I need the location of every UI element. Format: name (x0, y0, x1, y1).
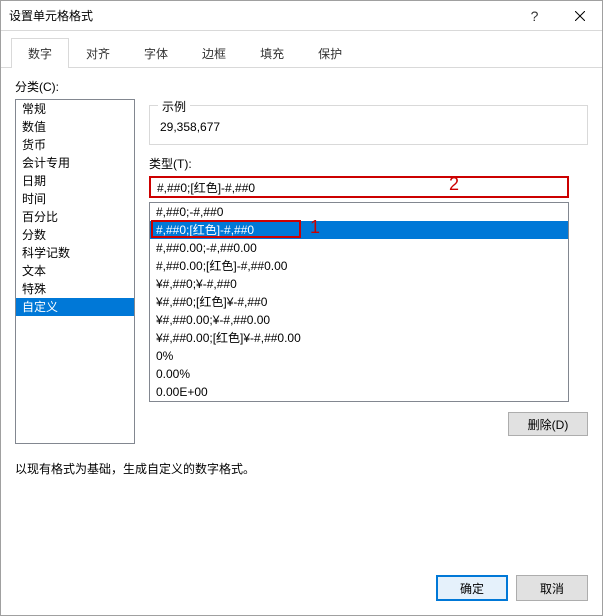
type-item[interactable]: #,##0;-#,##0 (150, 203, 568, 221)
type-list[interactable]: #,##0;-#,##0 #,##0;[红色]-#,##0 #,##0.00;-… (149, 202, 569, 402)
dialog-title: 设置单元格格式 (9, 7, 512, 24)
delete-button[interactable]: 删除(D) (508, 412, 588, 436)
category-item[interactable]: 文本 (16, 262, 134, 280)
example-value: 29,358,677 (160, 114, 577, 134)
type-item[interactable]: ##0.0E+0 (150, 401, 568, 402)
type-item[interactable]: #,##0;[红色]-#,##0 (150, 221, 568, 239)
example-box: 示例 29,358,677 (149, 105, 588, 145)
tab-number[interactable]: 数字 (11, 38, 69, 68)
ok-button[interactable]: 确定 (436, 575, 508, 601)
category-item[interactable]: 特殊 (16, 280, 134, 298)
category-label: 分类(C): (15, 78, 588, 95)
type-item[interactable]: #,##0.00;-#,##0.00 (150, 239, 568, 257)
category-item[interactable]: 会计专用 (16, 154, 134, 172)
category-item[interactable]: 分数 (16, 226, 134, 244)
tab-fill[interactable]: 填充 (243, 38, 301, 68)
content-area: 分类(C): 常规 数值 货币 会计专用 日期 时间 百分比 分数 科学记数 文… (1, 68, 602, 491)
category-item[interactable]: 自定义 (16, 298, 134, 316)
title-bar: 设置单元格格式 ? (1, 1, 602, 31)
category-item[interactable]: 百分比 (16, 208, 134, 226)
category-item[interactable]: 时间 (16, 190, 134, 208)
tab-font[interactable]: 字体 (127, 38, 185, 68)
type-item[interactable]: ¥#,##0;[红色]¥-#,##0 (150, 293, 568, 311)
dialog-footer: 确定 取消 (436, 575, 588, 601)
type-item[interactable]: 0% (150, 347, 568, 365)
type-input-wrap: 2 (149, 176, 588, 198)
hint-text: 以现有格式为基础，生成自定义的数字格式。 (15, 460, 588, 477)
annotation-2: 2 (449, 174, 459, 195)
type-item[interactable]: #,##0.00;[红色]-#,##0.00 (150, 257, 568, 275)
main-row: 常规 数值 货币 会计专用 日期 时间 百分比 分数 科学记数 文本 特殊 自定… (15, 99, 588, 444)
category-list[interactable]: 常规 数值 货币 会计专用 日期 时间 百分比 分数 科学记数 文本 特殊 自定… (15, 99, 135, 444)
type-item[interactable]: ¥#,##0.00;[红色]¥-#,##0.00 (150, 329, 568, 347)
category-item[interactable]: 常规 (16, 100, 134, 118)
format-cells-dialog: 设置单元格格式 ? 数字 对齐 字体 边框 填充 保护 分类(C): 常规 数值… (0, 0, 603, 616)
right-column: 示例 29,358,677 类型(T): 2 #,##0;-#,##0 #,##… (135, 99, 588, 444)
type-label: 类型(T): (149, 155, 588, 172)
type-item[interactable]: 0.00E+00 (150, 383, 568, 401)
type-input[interactable] (149, 176, 569, 198)
category-item[interactable]: 科学记数 (16, 244, 134, 262)
category-item[interactable]: 数值 (16, 118, 134, 136)
tab-strip: 数字 对齐 字体 边框 填充 保护 (1, 31, 602, 68)
help-button[interactable]: ? (512, 2, 557, 30)
close-icon (575, 11, 585, 21)
close-button[interactable] (557, 2, 602, 30)
type-item[interactable]: ¥#,##0;¥-#,##0 (150, 275, 568, 293)
type-item[interactable]: 0.00% (150, 365, 568, 383)
tab-border[interactable]: 边框 (185, 38, 243, 68)
example-label: 示例 (158, 98, 190, 115)
annotation-1: 1 (310, 217, 320, 238)
tab-alignment[interactable]: 对齐 (69, 38, 127, 68)
type-item[interactable]: ¥#,##0.00;¥-#,##0.00 (150, 311, 568, 329)
category-item[interactable]: 货币 (16, 136, 134, 154)
cancel-button[interactable]: 取消 (516, 575, 588, 601)
category-item[interactable]: 日期 (16, 172, 134, 190)
tab-protection[interactable]: 保护 (301, 38, 359, 68)
